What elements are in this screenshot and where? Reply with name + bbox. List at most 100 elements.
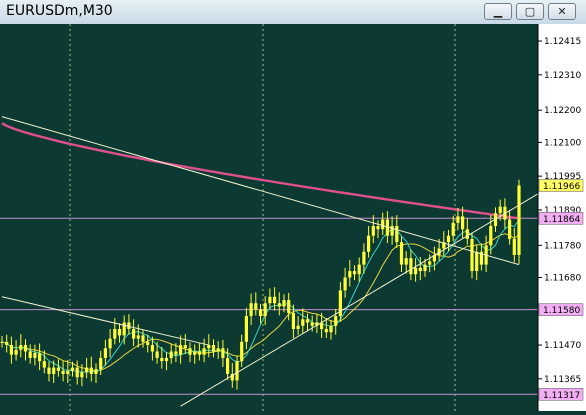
maximize-icon: ▢ <box>524 5 536 18</box>
price-axis-label: 1.12310 <box>544 71 581 81</box>
candle-body <box>211 345 216 352</box>
candle-body <box>456 216 460 223</box>
candle-body <box>305 319 310 323</box>
candle-body <box>282 300 286 307</box>
candle-body <box>508 219 512 239</box>
candle-body <box>357 264 361 275</box>
candle-body <box>9 345 13 355</box>
minimize-icon: ▁ <box>493 5 503 18</box>
title-bar[interactable]: EURUSDm,M30 ▁ ▢ ✕ <box>0 0 586 25</box>
price-highlight-label: 1.11864 <box>543 215 580 225</box>
maximize-button[interactable]: ▢ <box>516 3 544 20</box>
candle-body <box>268 296 272 304</box>
candle-body <box>141 335 145 342</box>
candle-body <box>362 251 366 265</box>
candle-body <box>5 341 9 346</box>
candle-body <box>132 328 136 339</box>
candle-body <box>75 367 79 378</box>
candle-body <box>70 367 75 371</box>
candle-body <box>428 261 432 265</box>
candle-body <box>235 361 239 381</box>
price-axis-label: 1.12200 <box>544 106 581 116</box>
chart-canvas[interactable]: 1.124151.123101.122001.121001.119951.118… <box>0 24 586 411</box>
candle-body <box>465 229 469 239</box>
candle-body <box>23 345 28 352</box>
candle-body <box>122 322 126 336</box>
candle-body <box>150 345 154 352</box>
candle-body <box>240 341 244 362</box>
candle-body <box>475 251 479 272</box>
candle-body <box>277 303 281 307</box>
price-axis-label: 1.12415 <box>544 37 581 47</box>
candle-body <box>310 322 314 326</box>
candle-body <box>381 219 385 230</box>
candle-body <box>367 235 371 252</box>
close-icon: ✕ <box>557 5 567 18</box>
candle-body <box>89 367 93 375</box>
candle-body <box>164 357 169 362</box>
candle-body <box>38 353 42 362</box>
candle-body <box>136 335 140 339</box>
candle-body <box>188 348 192 355</box>
candle-body <box>80 372 84 378</box>
candle-body <box>498 206 502 214</box>
candle-body <box>470 238 474 272</box>
price-axis-label: 1.11470 <box>544 341 581 351</box>
candle-body <box>221 348 225 358</box>
candle-body <box>28 351 32 358</box>
candle-body <box>423 264 427 272</box>
candle-body <box>461 216 465 230</box>
candle-body <box>56 367 60 371</box>
candle-body <box>451 222 455 236</box>
minimize-button[interactable]: ▁ <box>484 3 512 20</box>
candle-body <box>489 226 493 246</box>
candle-body <box>14 349 18 355</box>
price-highlight-label: 1.11317 <box>543 391 580 401</box>
candle-body <box>99 357 103 370</box>
candle-body <box>301 319 305 326</box>
candle-body <box>47 367 51 375</box>
candle-body <box>329 325 333 333</box>
candle-body <box>197 351 201 355</box>
candle-body <box>244 316 248 342</box>
candle-body <box>418 267 422 272</box>
candle-body <box>291 312 295 329</box>
candle-body <box>334 316 338 326</box>
candle-body <box>414 267 418 275</box>
price-axis-label: 1.12100 <box>544 138 581 148</box>
candle-body <box>183 345 187 349</box>
price-chart[interactable]: 1.12415 1.12310 1.12200 1.12100 1.11995 1.118… <box>0 24 586 411</box>
candle-body <box>343 277 347 291</box>
candle-body <box>169 351 173 358</box>
candle-body <box>202 348 206 355</box>
candle-body <box>42 361 46 368</box>
candle-body <box>376 226 380 230</box>
candle-body <box>258 309 263 317</box>
candle-body <box>254 303 258 310</box>
candle-body <box>52 367 56 375</box>
candle-body <box>216 348 220 352</box>
candle-body <box>273 296 277 304</box>
candle-body <box>19 345 23 350</box>
window-title: EURUSDm,M30 <box>6 3 113 19</box>
candle-body <box>517 185 521 255</box>
candle-body <box>94 369 98 375</box>
price-highlight-label: 1.11580 <box>543 306 580 316</box>
candle-body <box>155 351 159 358</box>
candle-body <box>409 258 413 275</box>
candle-body <box>249 303 253 317</box>
candle-body <box>263 303 267 317</box>
chart-window: EURUSDm,M30 ▁ ▢ ✕ 1.12415 1.12310 1.12200 1… <box>0 0 586 411</box>
close-button[interactable]: ✕ <box>548 3 576 20</box>
price-axis-label: 1.11680 <box>544 273 581 283</box>
candle-body <box>66 370 70 375</box>
candle-body <box>0 341 4 343</box>
candle-body <box>113 328 117 339</box>
candle-body <box>352 271 357 275</box>
candle-body <box>324 328 328 333</box>
candle-body <box>103 348 107 358</box>
candle-body <box>146 341 150 346</box>
candle-body <box>512 238 516 255</box>
candle-body <box>117 328 122 336</box>
candle-body <box>61 370 65 375</box>
